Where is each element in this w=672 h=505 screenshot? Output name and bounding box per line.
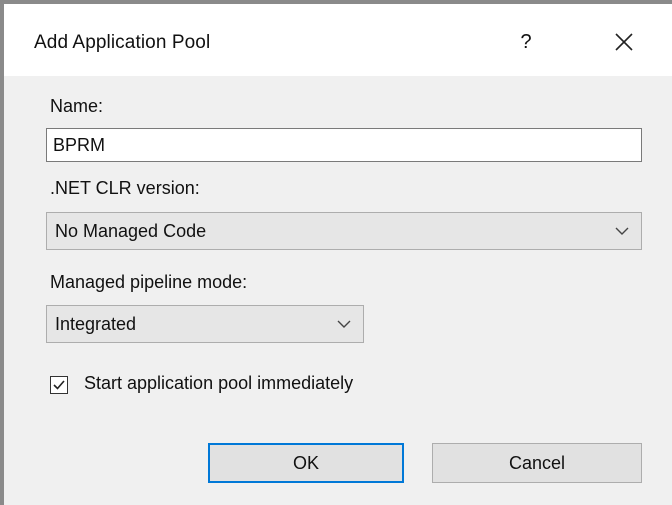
- pipeline-mode-value: Integrated: [55, 314, 137, 334]
- dialog-body: Name: BPRM .NET CLR version: No Managed …: [4, 76, 672, 505]
- help-button[interactable]: ?: [504, 22, 548, 62]
- chevron-down-icon: [337, 320, 351, 328]
- start-immediately-checkbox[interactable]: [50, 376, 68, 394]
- clr-version-value: No Managed Code: [55, 221, 207, 241]
- name-label: Name:: [50, 96, 104, 116]
- chevron-down-icon: [615, 227, 629, 235]
- title-bar: Add Application Pool ?: [4, 4, 672, 76]
- pipeline-mode-select[interactable]: Integrated: [46, 305, 364, 343]
- start-immediately-label: Start application pool immediately: [84, 373, 354, 393]
- cancel-button[interactable]: Cancel: [432, 443, 642, 483]
- add-application-pool-dialog: Add Application Pool ? Name: BPRM .NET C…: [0, 0, 672, 505]
- checkmark-icon: [53, 380, 65, 390]
- close-button[interactable]: [602, 22, 646, 62]
- dialog-title: Add Application Pool: [34, 32, 211, 53]
- pipeline-mode-label: Managed pipeline mode:: [50, 272, 248, 292]
- clr-version-select[interactable]: No Managed Code: [46, 212, 642, 250]
- name-input[interactable]: BPRM: [46, 128, 642, 162]
- ok-button[interactable]: OK: [208, 443, 404, 483]
- close-icon: [615, 33, 633, 51]
- clr-version-label: .NET CLR version:: [50, 178, 200, 198]
